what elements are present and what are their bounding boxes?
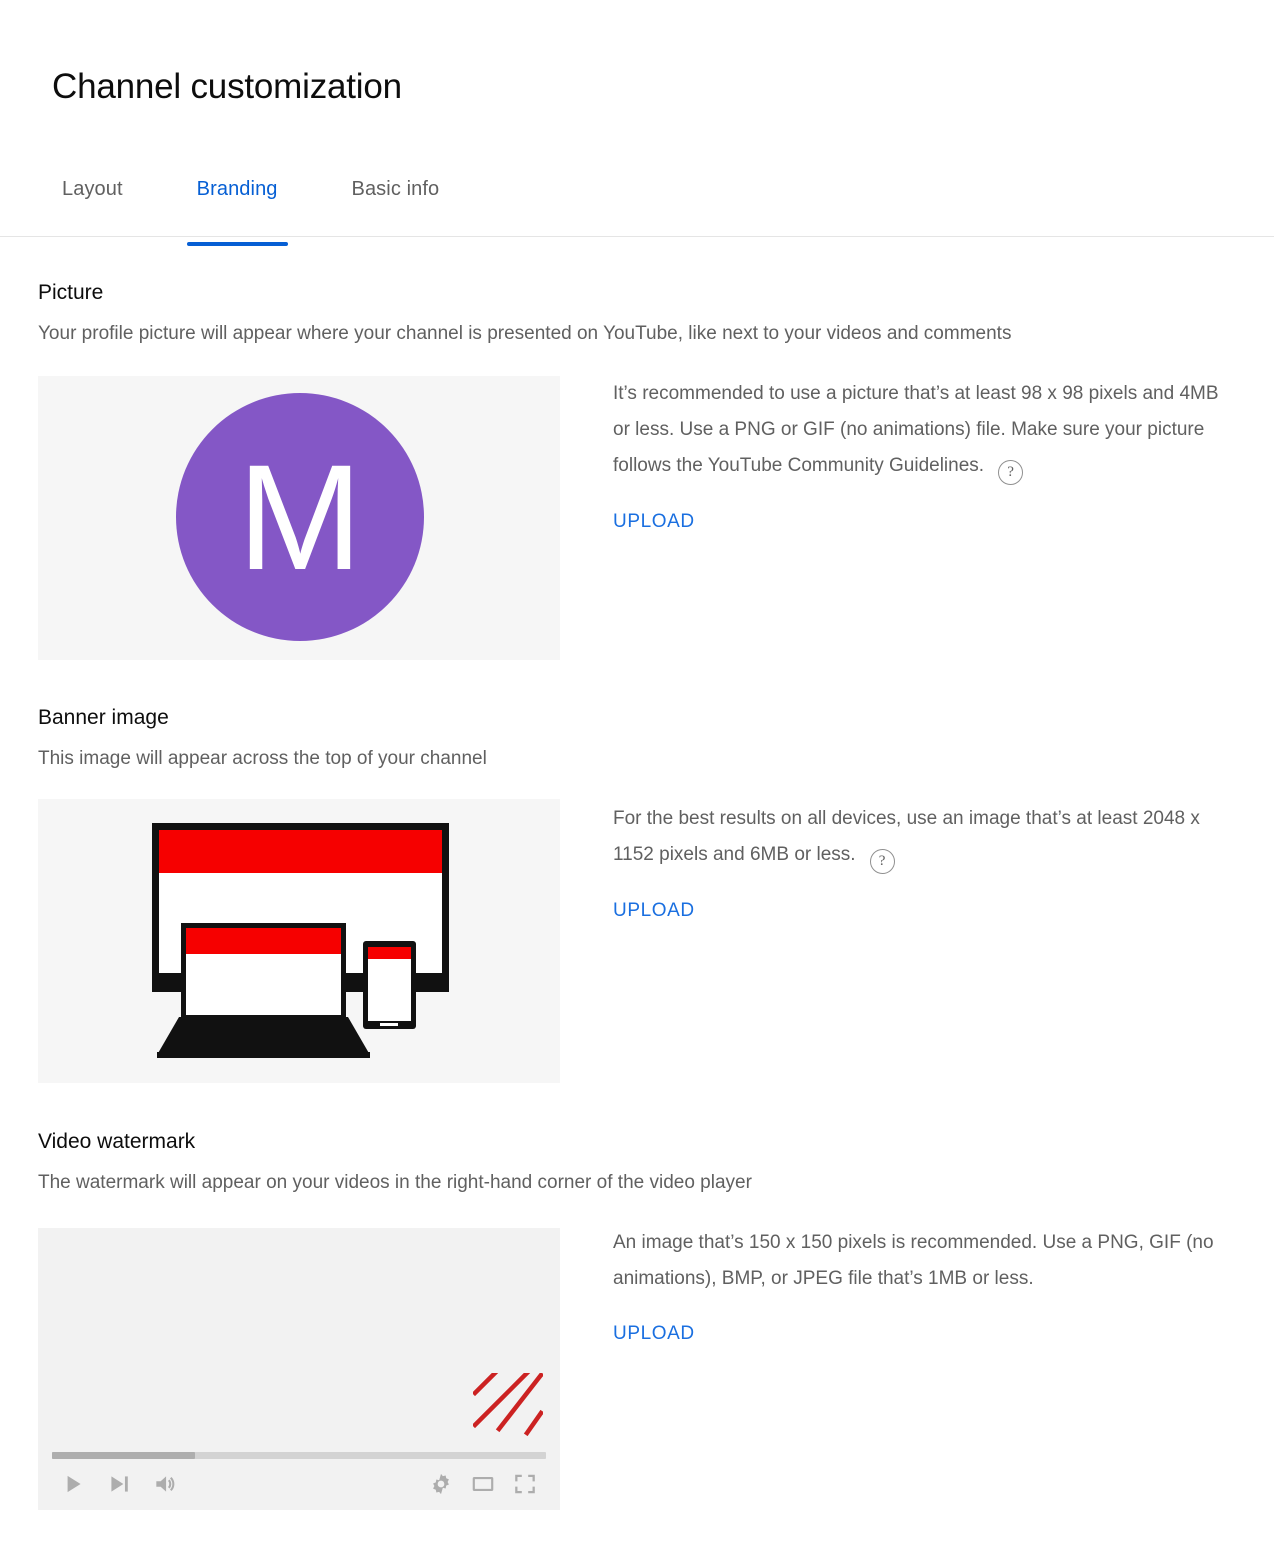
tab-layout[interactable]: Layout [52,163,133,201]
player-progress-bar[interactable] [52,1452,546,1459]
watermark-upload-button[interactable]: UPLOAD [613,1323,695,1345]
help-icon[interactable]: ? [869,849,895,874]
picture-section-description: Your profile picture will appear where y… [38,323,1012,344]
player-progress-fill [52,1452,196,1459]
avatar: M [176,393,424,641]
banner-section-description: This image will appear across the top of… [38,748,487,769]
banner-guidance-copy: For the best results on all devices, use… [613,808,1200,865]
picture-guidance-copy: It’s recommended to use a picture that’s… [613,383,1219,476]
tab-bar: Layout Branding Basic info [0,163,1274,246]
video-player-mock [38,1228,560,1510]
banner-preview-box [38,799,560,1083]
picture-section-title: Picture [38,281,104,304]
banner-section-title: Banner image [38,706,169,729]
picture-info-column: It’s recommended to use a picture that’s… [613,376,1233,533]
tab-basic-info[interactable]: Basic info [342,163,450,201]
banner-info-column: For the best results on all devices, use… [613,801,1233,922]
watermark-section-description: The watermark will appear on your videos… [38,1172,752,1193]
devices-illustration-icon [152,823,449,1058]
tab-list: Layout Branding Basic info [52,163,450,246]
volume-icon[interactable] [152,1471,182,1501]
player-controls [52,1471,546,1505]
tab-branding[interactable]: Branding [186,163,288,246]
settings-gear-icon[interactable] [428,1471,458,1501]
picture-upload-button[interactable]: UPLOAD [613,511,695,533]
watermark-preview-box [38,1228,560,1510]
watermark-section-title: Video watermark [38,1130,196,1153]
banner-upload-button[interactable]: UPLOAD [613,900,695,922]
play-icon[interactable] [60,1471,90,1501]
watermark-guidance-text: An image that’s 150 x 150 pixels is reco… [613,1232,1214,1289]
picture-preview-box: M [38,376,560,660]
miniplayer-icon[interactable] [470,1471,500,1501]
next-icon[interactable] [106,1471,136,1501]
picture-guidance-text: It’s recommended to use a picture that’s… [613,376,1233,485]
watermark-placeholder-hatch-icon [473,1373,543,1437]
watermark-info-column: An image that’s 150 x 150 pixels is reco… [613,1225,1233,1345]
page-title: Channel customization [52,67,402,106]
fullscreen-icon[interactable] [512,1471,542,1501]
help-icon[interactable]: ? [998,460,1024,485]
banner-guidance-text: For the best results on all devices, use… [613,801,1233,874]
